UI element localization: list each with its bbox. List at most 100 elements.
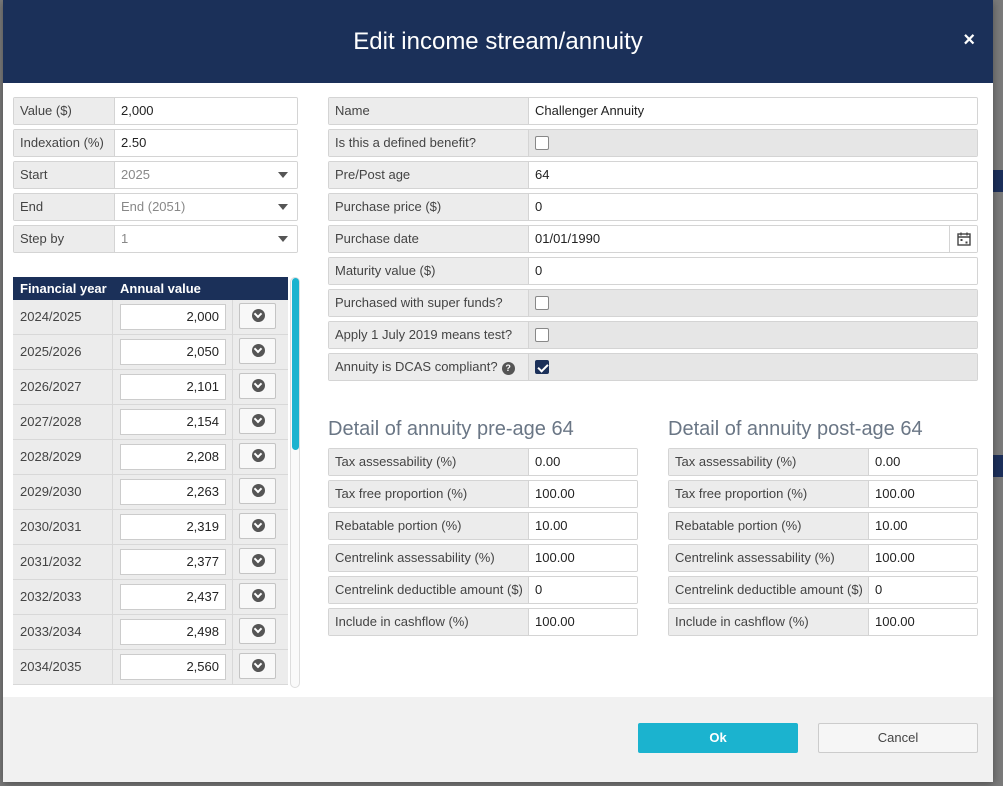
annual-value-input[interactable]: 2,154: [120, 409, 226, 435]
dcas-checkbox[interactable]: [535, 360, 549, 374]
pre-age-field-input[interactable]: 0: [529, 577, 637, 603]
pre-age-field: Rebatable portion (%) 10.00: [328, 512, 638, 540]
arrow-down-circle-icon: [252, 484, 265, 497]
cancel-button[interactable]: Cancel: [818, 723, 978, 753]
post-age-field-input[interactable]: 0: [869, 577, 977, 603]
fill-down-button[interactable]: [239, 408, 276, 434]
post-age-field-label: Centrelink assessability (%): [669, 545, 869, 571]
annual-value-input[interactable]: 2,000: [120, 304, 226, 330]
calendar-icon: [957, 232, 971, 246]
financial-year-cell: 2031/2032: [13, 545, 113, 579]
arrow-down-circle-icon: [252, 379, 265, 392]
chevron-down-icon: [278, 172, 288, 178]
pre-post-age-label: Pre/Post age: [329, 162, 529, 188]
pre-age-field-label: Rebatable portion (%): [329, 513, 529, 539]
pre-age-field-input[interactable]: 100.00: [529, 545, 637, 571]
annual-value-input[interactable]: 2,377: [120, 549, 226, 575]
fill-down-button[interactable]: [239, 478, 276, 504]
chevron-down-icon: [278, 236, 288, 242]
purchase-date-field: Purchase date 01/01/1990: [328, 225, 978, 253]
means-test-label: Apply 1 July 2019 means test?: [329, 322, 529, 348]
end-field: End End (2051): [13, 193, 298, 221]
post-age-field-input[interactable]: 100.00: [869, 481, 977, 507]
value-input[interactable]: 2,000: [115, 98, 297, 124]
end-select[interactable]: End (2051): [115, 194, 297, 220]
start-select[interactable]: 2025: [115, 162, 297, 188]
super-funds-field: Purchased with super funds?: [328, 289, 978, 317]
post-age-field-label: Tax free proportion (%): [669, 481, 869, 507]
fill-down-button[interactable]: [239, 513, 276, 539]
arrow-down-circle-icon: [252, 589, 265, 602]
table-row: 2027/2028 2,154: [13, 405, 288, 440]
chevron-down-icon: [278, 204, 288, 210]
annual-value-input[interactable]: 2,208: [120, 444, 226, 470]
arrow-down-circle-icon: [252, 414, 265, 427]
name-label: Name: [329, 98, 529, 124]
post-age-field-input[interactable]: 100.00: [869, 609, 977, 635]
name-field: Name Challenger Annuity: [328, 97, 978, 125]
table-row: 2032/2033 2,437: [13, 580, 288, 615]
pre-age-field-label: Tax free proportion (%): [329, 481, 529, 507]
annual-value-input[interactable]: 2,498: [120, 619, 226, 645]
calendar-button[interactable]: [949, 226, 977, 252]
defined-benefit-checkbox[interactable]: [535, 136, 549, 150]
fill-down-button[interactable]: [239, 373, 276, 399]
indexation-field: Indexation (%) 2.50: [13, 129, 298, 157]
annual-value-input[interactable]: 2,437: [120, 584, 226, 610]
pre-post-age-field: Pre/Post age 64: [328, 161, 978, 189]
fill-down-button[interactable]: [239, 548, 276, 574]
purchase-date-input[interactable]: 01/01/1990: [535, 231, 600, 246]
super-funds-checkbox[interactable]: [535, 296, 549, 310]
purchase-price-input[interactable]: 0: [529, 194, 977, 220]
pre-post-age-input[interactable]: 64: [529, 162, 977, 188]
annual-value-input[interactable]: 2,263: [120, 479, 226, 505]
pre-age-field-label: Centrelink assessability (%): [329, 545, 529, 571]
scrollbar-thumb[interactable]: [292, 278, 299, 450]
step-by-select-value: 1: [121, 231, 129, 246]
fill-down-button[interactable]: [239, 443, 276, 469]
means-test-checkbox[interactable]: [535, 328, 549, 342]
help-icon[interactable]: ?: [501, 362, 515, 375]
maturity-value-field: Maturity value ($) 0: [328, 257, 978, 285]
post-age-field: Include in cashflow (%) 100.00: [668, 608, 978, 636]
post-age-field-input[interactable]: 10.00: [869, 513, 977, 539]
annual-value-input[interactable]: 2,101: [120, 374, 226, 400]
fill-down-button[interactable]: [239, 583, 276, 609]
pre-age-field: Tax assessability (%) 0.00: [328, 448, 638, 476]
table-row: 2028/2029 2,208: [13, 440, 288, 475]
step-by-select[interactable]: 1: [115, 226, 297, 252]
financial-year-cell: 2029/2030: [13, 475, 113, 509]
pre-age-field-input[interactable]: 10.00: [529, 513, 637, 539]
financial-year-cell: 2032/2033: [13, 580, 113, 614]
defined-benefit-label: Is this a defined benefit?: [329, 130, 529, 156]
table-header: Financial year Annual value: [13, 277, 288, 300]
defined-benefit-field: Is this a defined benefit?: [328, 129, 978, 157]
post-age-field-input[interactable]: 100.00: [869, 545, 977, 571]
table-scrollbar[interactable]: [290, 277, 300, 688]
ok-button[interactable]: Ok: [638, 723, 798, 753]
modal-footer: Ok Cancel: [3, 697, 993, 782]
end-select-value: End (2051): [121, 199, 186, 214]
column-header-financial-year: Financial year: [20, 281, 107, 296]
fill-down-button[interactable]: [239, 618, 276, 644]
pre-age-field: Centrelink assessability (%) 100.00: [328, 544, 638, 572]
name-input[interactable]: Challenger Annuity: [529, 98, 977, 124]
maturity-value-label: Maturity value ($): [329, 258, 529, 284]
fill-down-button[interactable]: [239, 653, 276, 679]
post-age-field-input[interactable]: 0.00: [869, 449, 977, 475]
pre-age-field-input[interactable]: 100.00: [529, 609, 637, 635]
annual-value-input[interactable]: 2,050: [120, 339, 226, 365]
arrow-down-circle-icon: [252, 659, 265, 672]
indexation-input[interactable]: 2.50: [115, 130, 297, 156]
fill-down-button[interactable]: [239, 338, 276, 364]
annual-value-input[interactable]: 2,319: [120, 514, 226, 540]
financial-year-cell: 2034/2035: [13, 650, 113, 684]
pre-age-field-input[interactable]: 100.00: [529, 481, 637, 507]
maturity-value-input[interactable]: 0: [529, 258, 977, 284]
pre-age-field-input[interactable]: 0.00: [529, 449, 637, 475]
fill-down-button[interactable]: [239, 303, 276, 329]
close-icon[interactable]: ×: [963, 30, 975, 50]
pre-age-field: Centrelink deductible amount ($) 0: [328, 576, 638, 604]
table-row: 2024/2025 2,000: [13, 300, 288, 335]
annual-value-input[interactable]: 2,560: [120, 654, 226, 680]
